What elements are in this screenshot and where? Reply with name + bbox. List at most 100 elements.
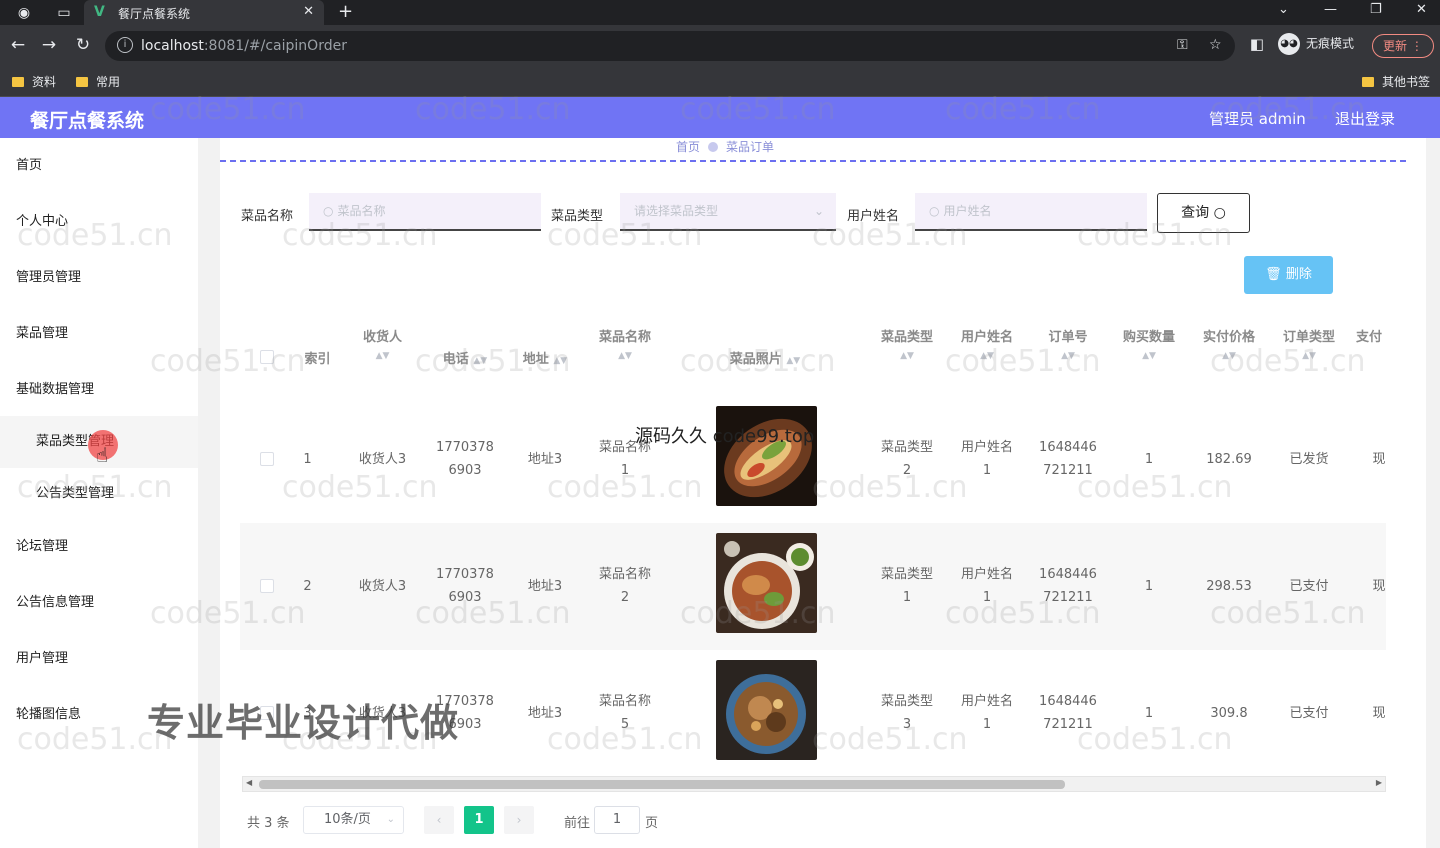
search-icon: ○ — [323, 204, 334, 218]
sidebar-item-notice-type[interactable]: 公告类型管理 — [0, 466, 198, 522]
scrollbar-thumb[interactable] — [259, 780, 1065, 789]
col-order-no[interactable]: 订单号 ▲▼ — [1032, 326, 1104, 386]
trash-icon: 🗑 — [1265, 267, 1282, 282]
query-button[interactable]: 查询 ○ — [1157, 193, 1250, 233]
other-bookmarks[interactable]: 其他书签 — [1362, 73, 1430, 90]
sort-icon[interactable]: ▲▼ — [786, 356, 800, 366]
breadcrumb-home[interactable]: 首页 — [676, 140, 700, 154]
cell-index: 1 — [303, 452, 312, 467]
sort-icon[interactable]: ▲▼ — [872, 351, 942, 361]
forward-icon[interactable]: → — [38, 35, 60, 55]
cell-phone: 1770378 6903 — [436, 440, 494, 478]
tab-list-icon[interactable]: ⌄ — [1278, 2, 1289, 17]
scroll-left-icon[interactable]: ◀ — [246, 778, 252, 787]
cell-dish-type: 菜品类型 2 — [880, 440, 933, 478]
table-horizontal-scrollbar[interactable]: ◀ ▶ — [242, 776, 1386, 792]
close-tab-icon[interactable]: ✕ — [303, 4, 314, 19]
url-field[interactable]: i localhost:8081/#/caipinOrder ⚿ ☆ — [105, 31, 1235, 61]
sidebar-item-basic-data[interactable]: 基础数据管理 — [0, 362, 198, 418]
sidebar-item-users[interactable]: 用户管理 — [0, 631, 198, 687]
browser-tab-bar: ◉ ▭ V 餐厅点餐系统 ✕ + ⌄ — ❐ ✕ — [0, 0, 1440, 25]
dish-photo[interactable] — [716, 660, 817, 760]
search-icon: ○ — [1213, 205, 1226, 221]
cell-qty: 1 — [1144, 579, 1154, 594]
back-icon[interactable]: ← — [7, 35, 29, 55]
dish-name-input[interactable]: ○ 菜品名称 — [309, 193, 541, 231]
table-row[interactable]: 1 收货人3 1770378 6903 地址3 菜品名称 1 菜品类型 2 用户姓名 1… — [240, 396, 1386, 523]
select-all-checkbox[interactable] — [260, 350, 274, 364]
page-1-button[interactable]: 1 — [464, 806, 494, 834]
page-size-select[interactable]: 10条/页 ⌄ — [303, 806, 404, 834]
cell-order-type: 已支付 — [1289, 706, 1329, 721]
close-window-icon[interactable]: ✕ — [1416, 2, 1427, 17]
update-button[interactable]: 更新 ⋮ — [1372, 34, 1434, 58]
col-dish-type[interactable]: 菜品类型 ▲▼ — [872, 326, 942, 386]
app-header: 餐厅点餐系统 管理员 admin 退出登录 — [0, 97, 1440, 138]
sort-icon[interactable]: ▲▼ — [1032, 351, 1104, 361]
row-checkbox[interactable] — [260, 579, 274, 593]
col-dish-name[interactable]: 菜品名称 ▲▼ — [590, 326, 660, 386]
goto-page-input[interactable]: 1 — [594, 806, 640, 834]
sidebar-item-notice-info[interactable]: 公告信息管理 — [0, 575, 198, 631]
row-checkbox[interactable] — [260, 452, 274, 466]
logout-button[interactable]: 退出登录 — [1335, 108, 1395, 129]
sort-icon[interactable]: ▲▼ — [590, 351, 660, 361]
reload-icon[interactable]: ↻ — [72, 35, 94, 55]
tab-title: 餐厅点餐系统 — [118, 7, 191, 21]
dish-type-select[interactable]: 请选择菜品类型 ⌄ — [620, 193, 836, 231]
incognito-label: 无痕模式 — [1306, 36, 1355, 51]
tab-search-icon[interactable]: ▭ — [54, 3, 74, 23]
col-price[interactable]: 实付价格 ▲▼ — [1192, 326, 1266, 386]
sort-icon[interactable]: ▲▼ — [553, 356, 567, 366]
pointer-hand-icon: ☝ — [96, 443, 109, 467]
key-icon[interactable]: ⚿ — [1177, 37, 1188, 53]
cell-user-name: 用户姓名 1 — [960, 694, 1013, 732]
new-tab-icon[interactable]: + — [338, 1, 353, 22]
sort-icon[interactable]: ▲▼ — [952, 351, 1022, 361]
bookmark-star-icon[interactable]: ☆ — [1209, 37, 1222, 53]
cell-pay: 现 — [1372, 579, 1386, 594]
scroll-right-icon[interactable]: ▶ — [1376, 778, 1382, 787]
sidebar-item-forum[interactable]: 论坛管理 — [0, 519, 198, 575]
sort-icon[interactable]: ▲▼ — [473, 356, 487, 366]
delete-button[interactable]: 🗑 删除 — [1244, 256, 1333, 294]
browser-tab[interactable]: V 餐厅点餐系统 ✕ — [84, 0, 324, 25]
cell-order-no: 1648446 721211 — [1039, 694, 1097, 732]
breadcrumb-current: 菜品订单 — [726, 140, 775, 154]
next-page-button[interactable]: › — [504, 806, 534, 834]
sort-icon[interactable]: ▲▼ — [1112, 351, 1186, 361]
col-order-type[interactable]: 订单类型 ▲▼ — [1272, 326, 1346, 386]
url-host: localhost — [141, 38, 204, 54]
cell-user-name: 用户姓名 1 — [960, 567, 1013, 605]
bookmark-folder-changyong[interactable]: 常用 — [76, 73, 120, 90]
dish-photo[interactable] — [716, 533, 817, 633]
side-panel-icon[interactable]: ◧ — [1246, 35, 1268, 53]
incognito-indicator[interactable]: ◕◕ 无痕模式 — [1278, 33, 1354, 55]
restore-icon[interactable]: ❐ — [1370, 2, 1382, 17]
user-name-input[interactable]: ○ 用户姓名 — [915, 193, 1147, 231]
sidebar-item-admin[interactable]: 管理员管理 — [0, 250, 198, 306]
table-row[interactable]: 2 收货人3 1770378 6903 地址3 菜品名称 2 菜品类型 1 用户姓名 1… — [240, 523, 1386, 650]
dish-photo[interactable] — [716, 406, 817, 506]
col-qty[interactable]: 购买数量 ▲▼ — [1112, 326, 1186, 386]
cell-pay: 现 — [1372, 452, 1386, 467]
sidebar-item-home[interactable]: 首页 — [0, 138, 198, 194]
sort-icon[interactable]: ▲▼ — [1272, 351, 1346, 361]
col-receiver[interactable]: 收货人 ▲▼ — [350, 326, 415, 386]
sidebar-item-profile[interactable]: 个人中心 — [0, 194, 198, 250]
sidebar-item-dishes[interactable]: 菜品管理 — [0, 306, 198, 362]
vue-favicon-icon: V — [94, 4, 105, 20]
user-name-label: 用户姓名 — [847, 209, 900, 224]
col-user-name[interactable]: 用户姓名 ▲▼ — [952, 326, 1022, 386]
cell-address: 地址3 — [527, 579, 563, 594]
sort-icon[interactable]: ▲▼ — [1192, 351, 1266, 361]
prev-page-button[interactable]: ‹ — [424, 806, 454, 834]
minimize-icon[interactable]: — — [1324, 2, 1337, 17]
browser-menu-icon[interactable]: ◉ — [14, 3, 34, 23]
cell-price: 309.8 — [1210, 706, 1248, 721]
sort-icon[interactable]: ▲▼ — [350, 351, 415, 361]
site-info-icon[interactable]: i — [117, 37, 133, 53]
folder-icon — [1362, 77, 1374, 87]
overlay-watermark-code99: 源码久久 code99.top — [635, 426, 815, 447]
bookmark-folder-ziliao[interactable]: 资料 — [12, 73, 56, 90]
